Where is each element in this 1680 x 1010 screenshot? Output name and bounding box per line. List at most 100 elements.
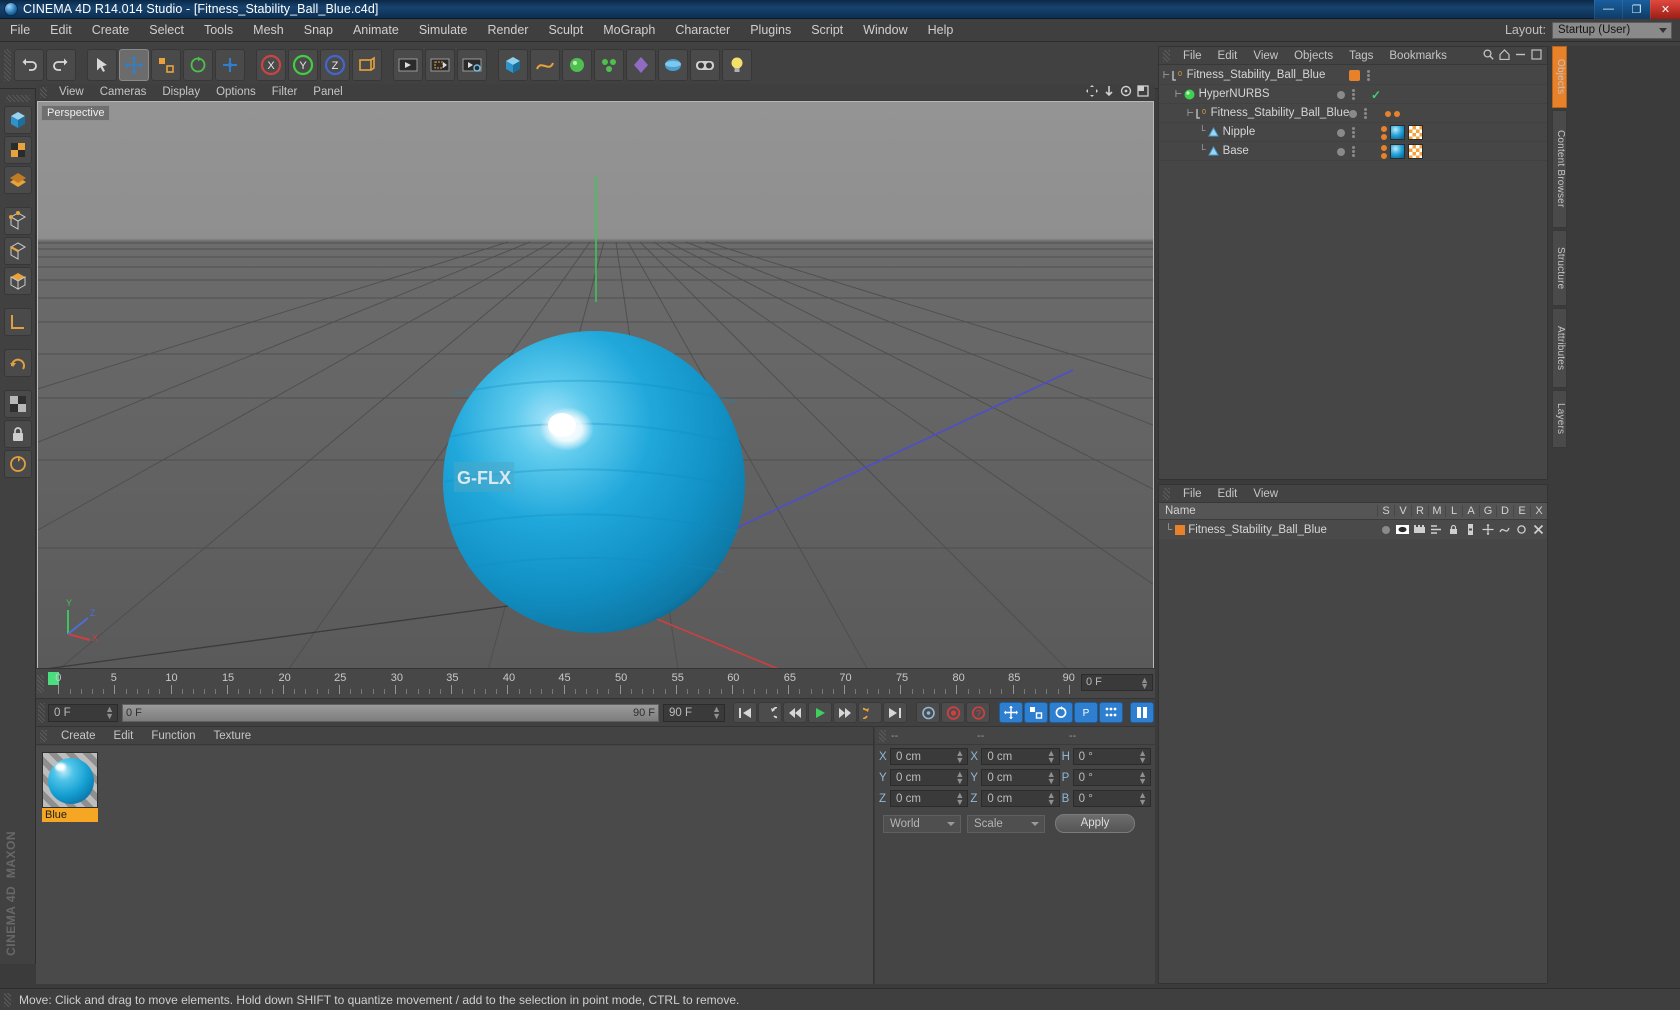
- column-header-e[interactable]: E: [1513, 505, 1530, 517]
- record-scale-button[interactable]: [1024, 702, 1048, 723]
- object-tags[interactable]: [1381, 123, 1423, 142]
- step-forward-button[interactable]: [833, 702, 857, 723]
- nurbs-button[interactable]: [562, 49, 592, 81]
- material-swatch[interactable]: [42, 752, 98, 808]
- render-visibility-dots[interactable]: [1352, 89, 1355, 100]
- column-header-r[interactable]: R: [1411, 505, 1428, 517]
- spinner-icon[interactable]: ▲ ▼: [955, 749, 964, 765]
- cube-primitive-button[interactable]: [498, 49, 528, 81]
- menu-tools[interactable]: Tools: [194, 19, 243, 42]
- timeline-toggle-button[interactable]: [1130, 702, 1154, 723]
- menu-plugins[interactable]: Plugins: [740, 19, 801, 42]
- transform-tool-button[interactable]: [215, 49, 245, 81]
- editor-visibility-dot[interactable]: [1349, 70, 1360, 81]
- menu-simulate[interactable]: Simulate: [409, 19, 478, 42]
- toolbar-grip[interactable]: [4, 49, 11, 81]
- record-param-button[interactable]: P: [1074, 702, 1098, 723]
- left-toolbar-grip[interactable]: [5, 95, 30, 102]
- model-mode-button[interactable]: [3, 106, 32, 134]
- object-menu-tags[interactable]: Tags: [1341, 47, 1381, 65]
- menu-snap[interactable]: Snap: [294, 19, 343, 42]
- column-header-g[interactable]: G: [1479, 505, 1496, 517]
- tab-attributes[interactable]: Attributes: [1552, 308, 1567, 388]
- material-menu-create[interactable]: Create: [52, 727, 105, 745]
- object-visibility-dots[interactable]: [1337, 142, 1387, 161]
- deformer-button[interactable]: [626, 49, 656, 81]
- menu-create[interactable]: Create: [82, 19, 140, 42]
- home-icon[interactable]: [1499, 48, 1510, 63]
- material-grid[interactable]: Blue: [36, 746, 873, 984]
- redo-button[interactable]: [46, 49, 76, 81]
- spinner-icon[interactable]: ▲ ▼: [1138, 770, 1147, 786]
- close-button[interactable]: ✕: [1650, 0, 1680, 19]
- record-rotation-button[interactable]: [1049, 702, 1073, 723]
- size-y-field[interactable]: 0 cm ▲ ▼: [981, 769, 1060, 786]
- transport-grip[interactable]: [38, 702, 45, 723]
- current-frame-field[interactable]: 0 F ▲ ▼: [48, 703, 118, 722]
- position-x-field[interactable]: 0 cm ▲ ▼: [890, 748, 969, 765]
- object-tags[interactable]: [1381, 142, 1423, 161]
- world-coordinates-button[interactable]: [352, 49, 382, 81]
- lock-z-axis-button[interactable]: Z: [320, 49, 350, 81]
- material-tag-icon[interactable]: [1390, 125, 1405, 140]
- material-menu-function[interactable]: Function: [142, 727, 204, 745]
- layer-deformer-cell[interactable]: [1496, 520, 1513, 539]
- workplane-button[interactable]: [3, 450, 32, 478]
- tag-dot-icon[interactable]: [1381, 125, 1387, 132]
- column-header-d[interactable]: D: [1496, 505, 1513, 517]
- scale-tool-button[interactable]: [151, 49, 181, 81]
- options-icon[interactable]: [1531, 48, 1542, 63]
- object-manager-grip[interactable]: [1163, 49, 1170, 62]
- viewport-menu-filter[interactable]: Filter: [264, 84, 306, 100]
- object-row-hypernurbs[interactable]: ⊢ HyperNURBS ✓: [1159, 85, 1547, 104]
- play-reverse-button[interactable]: [758, 702, 782, 723]
- search-icon[interactable]: [1483, 48, 1494, 63]
- maximize-button[interactable]: ❐: [1622, 0, 1650, 19]
- object-row-fitness-child[interactable]: ⊢ 0 Fitness_Stability_Ball_Blue: [1159, 104, 1547, 123]
- pan-view-icon[interactable]: [1086, 84, 1098, 100]
- spinner-icon[interactable]: ▲ ▼: [1140, 676, 1149, 691]
- layer-row[interactable]: └ Fitness_Stability_Ball_Blue: [1159, 520, 1547, 539]
- tree-expand-toggle[interactable]: ⊢: [1163, 68, 1170, 82]
- menu-mesh[interactable]: Mesh: [243, 19, 294, 42]
- viewport-menu-grip[interactable]: [40, 86, 47, 98]
- attribute-menu-file[interactable]: File: [1175, 485, 1210, 503]
- column-header-m[interactable]: M: [1428, 505, 1445, 517]
- record-pla-button[interactable]: [1099, 702, 1123, 723]
- editor-visibility-dot[interactable]: [1337, 128, 1345, 137]
- coordinate-mode-select[interactable]: Scale: [967, 814, 1045, 833]
- point-mode-button[interactable]: [3, 207, 32, 235]
- axis-mode-button[interactable]: [3, 308, 32, 336]
- tag-dot-icon[interactable]: [1381, 152, 1387, 159]
- texture-mode-button[interactable]: [3, 136, 32, 164]
- spinner-icon[interactable]: ▲ ▼: [1047, 749, 1056, 765]
- column-header-s[interactable]: S: [1377, 505, 1394, 517]
- spinner-icon[interactable]: ▲ ▼: [1138, 791, 1147, 807]
- menu-mograph[interactable]: MoGraph: [593, 19, 665, 42]
- tab-layers[interactable]: Layers: [1552, 390, 1567, 448]
- record-button[interactable]: [941, 702, 965, 723]
- timeline-track[interactable]: 0 5 10 15 20 25 30 35 40 45 50 55 60 65 …: [48, 669, 1077, 699]
- rotation-b-field[interactable]: 0 ° ▲ ▼: [1072, 790, 1151, 807]
- layout-select[interactable]: Startup (User): [1552, 21, 1672, 39]
- object-menu-edit[interactable]: Edit: [1210, 47, 1246, 65]
- keyframe-selection-button[interactable]: ?: [966, 702, 990, 723]
- size-z-field[interactable]: 0 cm ▲ ▼: [981, 790, 1060, 807]
- object-row-base[interactable]: └ Base: [1159, 142, 1547, 161]
- camera-button[interactable]: [690, 49, 720, 81]
- layer-color-swatch[interactable]: [1175, 524, 1186, 535]
- spinner-icon[interactable]: ▲ ▼: [955, 791, 964, 807]
- object-visibility-dots[interactable]: [1349, 66, 1399, 85]
- object-tags[interactable]: ✓: [1371, 85, 1381, 104]
- edge-mode-button[interactable]: [3, 237, 32, 265]
- material-menu-grip[interactable]: [40, 729, 47, 742]
- menu-character[interactable]: Character: [665, 19, 740, 42]
- layer-render-cell[interactable]: [1411, 520, 1428, 539]
- uvw-tag-icon[interactable]: [1408, 125, 1423, 140]
- move-tool-button[interactable]: [119, 49, 149, 81]
- spinner-icon[interactable]: ▲ ▼: [955, 770, 964, 786]
- tag-dot-icon[interactable]: [1394, 110, 1400, 117]
- object-row-nipple[interactable]: └ Nipple: [1159, 123, 1547, 142]
- timeline-grip[interactable]: [37, 675, 44, 693]
- tag-dot-icon[interactable]: [1385, 110, 1391, 117]
